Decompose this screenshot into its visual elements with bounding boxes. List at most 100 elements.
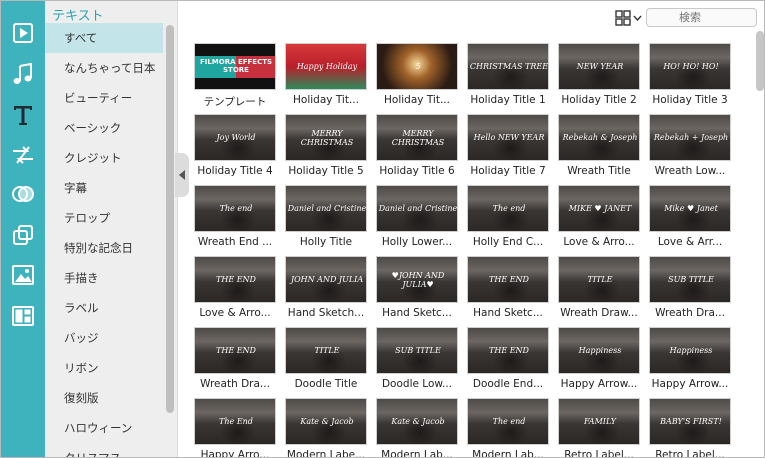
title-thumbnail[interactable]: FAMILY [558, 398, 640, 445]
overlay-icon[interactable] [8, 220, 38, 250]
title-thumbnail[interactable]: THE END [194, 327, 276, 374]
title-thumbnail[interactable]: The end [467, 185, 549, 232]
title-thumbnail[interactable]: Joy World [194, 114, 276, 161]
title-thumbnail[interactable]: Daniel and Cristine [376, 185, 458, 232]
title-thumbnail[interactable]: HO! HO! HO! [649, 43, 731, 90]
category-item[interactable]: ハロウィーン [45, 413, 163, 443]
title-thumbnail[interactable]: The end [467, 398, 549, 445]
title-tile[interactable]: Happiness Happy Arrow... [648, 325, 732, 396]
title-tile[interactable]: CHRISTMAS TREE Holiday Title 1 [466, 41, 550, 112]
category-item[interactable]: クレジット [45, 143, 163, 173]
title-thumbnail[interactable]: BABY'S FIRST! [649, 398, 731, 445]
title-tile[interactable]: Daniel and Cristine Holly Title [284, 183, 368, 254]
title-thumbnail[interactable]: 5 [376, 43, 458, 90]
title-tile[interactable]: BABY'S FIRST! Retro Label... [648, 396, 732, 457]
title-tile[interactable]: SUB TITLE Doodle Low... [375, 325, 459, 396]
media-icon[interactable] [8, 18, 38, 48]
title-tile[interactable]: Kate & Jacob Modern Lab... [375, 396, 459, 457]
title-tile[interactable]: ♥JOHN AND JULIA♥ Hand Sketc... [375, 254, 459, 325]
title-tile[interactable]: FAMILY Retro Label... [557, 396, 641, 457]
title-thumbnail[interactable]: THE END [194, 256, 276, 303]
transition-icon[interactable] [8, 140, 38, 170]
title-thumbnail[interactable]: Kate & Jacob [376, 398, 458, 445]
category-item[interactable]: 手描き [45, 263, 163, 293]
title-thumbnail[interactable]: MERRY CHRISTMAS [376, 114, 458, 161]
title-thumbnail[interactable]: Happy Holiday [285, 43, 367, 90]
title-thumbnail[interactable]: MIKE ♥ JANET [558, 185, 640, 232]
title-thumbnail[interactable]: JOHN AND JULIA [285, 256, 367, 303]
title-tile[interactable]: Rebekah & Joseph Wreath Title [557, 112, 641, 183]
title-thumbnail[interactable]: TITLE [558, 256, 640, 303]
title-thumbnail[interactable]: SUB TITLE [649, 256, 731, 303]
title-tile[interactable]: Daniel and Cristine Holly Lower... [375, 183, 459, 254]
title-thumbnail[interactable]: ♥JOHN AND JULIA♥ [376, 256, 458, 303]
music-icon[interactable] [8, 59, 38, 89]
category-item[interactable]: バッジ [45, 323, 163, 353]
title-tile[interactable]: FILMORA EFFECTS STORE テンプレート [193, 41, 277, 112]
title-tile[interactable]: THE END Hand Sketc... [466, 254, 550, 325]
title-thumbnail[interactable]: The end [194, 185, 276, 232]
title-tile[interactable]: Mike ♥ Janet Love & Arr... [648, 183, 732, 254]
title-tile[interactable]: Happiness Happy Arrow... [557, 325, 641, 396]
title-thumbnail[interactable]: FILMORA EFFECTS STORE [194, 43, 276, 90]
title-thumbnail[interactable]: MERRY CHRISTMAS [285, 114, 367, 161]
title-thumbnail[interactable]: CHRISTMAS TREE [467, 43, 549, 90]
title-tile[interactable]: Rebekah + Joseph Wreath Low... [648, 112, 732, 183]
grid-scrollbar[interactable] [756, 31, 764, 91]
category-item[interactable]: 特別な記念日 [45, 233, 163, 263]
title-thumbnail[interactable]: NEW YEAR [558, 43, 640, 90]
title-tile[interactable]: Kate & Jacob Modern Labe... [284, 396, 368, 457]
collapse-panel-button[interactable] [175, 153, 189, 197]
title-tile[interactable]: Joy World Holiday Title 4 [193, 112, 277, 183]
title-thumbnail[interactable]: THE END [467, 327, 549, 374]
filter-icon[interactable] [8, 179, 38, 209]
category-item[interactable]: ラベル [45, 293, 163, 323]
title-thumbnail[interactable]: Mike ♥ Janet [649, 185, 731, 232]
title-tile[interactable]: The end Wreath End ... [193, 183, 277, 254]
title-thumbnail[interactable]: Kate & Jacob [285, 398, 367, 445]
category-item[interactable]: すべて [45, 23, 163, 53]
title-thumbnail[interactable]: THE END [467, 256, 549, 303]
title-thumbnail[interactable]: Rebekah + Joseph [649, 114, 731, 161]
category-item[interactable]: なんちゃって日本 [45, 53, 163, 83]
elements-icon[interactable] [8, 260, 38, 290]
search-input[interactable] [679, 11, 759, 24]
title-tile[interactable]: THE END Love & Arro... [193, 254, 277, 325]
title-tile[interactable]: MIKE ♥ JANET Love & Arro... [557, 183, 641, 254]
category-scrollbar[interactable] [166, 25, 174, 413]
title-tile[interactable]: The end Holly End C... [466, 183, 550, 254]
text-icon[interactable] [8, 100, 38, 130]
title-thumbnail[interactable]: Daniel and Cristine [285, 185, 367, 232]
title-tile[interactable]: TITLE Doodle Title [284, 325, 368, 396]
title-tile[interactable]: MERRY CHRISTMAS Holiday Title 5 [284, 112, 368, 183]
title-thumbnail[interactable]: The End [194, 398, 276, 445]
title-tile[interactable]: SUB TITLE Wreath Dra... [648, 254, 732, 325]
category-item[interactable]: リボン [45, 353, 163, 383]
title-tile[interactable]: Hello NEW YEAR Holiday Title 7 [466, 112, 550, 183]
title-thumbnail[interactable]: TITLE [285, 327, 367, 374]
title-tile[interactable]: 5 Holiday Tit... [375, 41, 459, 112]
title-tile[interactable]: HO! HO! HO! Holiday Title 3 [648, 41, 732, 112]
category-item[interactable]: ベーシック [45, 113, 163, 143]
title-tile[interactable]: THE END Wreath Dra... [193, 325, 277, 396]
title-tile[interactable]: MERRY CHRISTMAS Holiday Title 6 [375, 112, 459, 183]
category-item[interactable]: テロップ [45, 203, 163, 233]
category-item[interactable]: ビューティー [45, 83, 163, 113]
category-item[interactable]: 復刻版 [45, 383, 163, 413]
title-thumbnail[interactable]: SUB TITLE [376, 327, 458, 374]
title-thumbnail[interactable]: Happiness [558, 327, 640, 374]
title-tile[interactable]: THE END Doodle End... [466, 325, 550, 396]
title-tile[interactable]: JOHN AND JULIA Hand Sketch... [284, 254, 368, 325]
view-mode-toggle[interactable] [615, 8, 645, 28]
category-item[interactable]: 字幕 [45, 173, 163, 203]
title-tile[interactable]: Happy Holiday Holiday Tit... [284, 41, 368, 112]
title-tile[interactable]: The End Happy Arro... [193, 396, 277, 457]
title-tile[interactable]: The end Modern Lab... [466, 396, 550, 457]
title-tile[interactable]: NEW YEAR Holiday Title 2 [557, 41, 641, 112]
title-thumbnail[interactable]: Rebekah & Joseph [558, 114, 640, 161]
split-screen-icon[interactable] [8, 301, 38, 331]
category-item[interactable]: クリスマス [45, 443, 163, 457]
title-thumbnail[interactable]: Hello NEW YEAR [467, 114, 549, 161]
title-thumbnail[interactable]: Happiness [649, 327, 731, 374]
search-box[interactable] [646, 8, 759, 27]
